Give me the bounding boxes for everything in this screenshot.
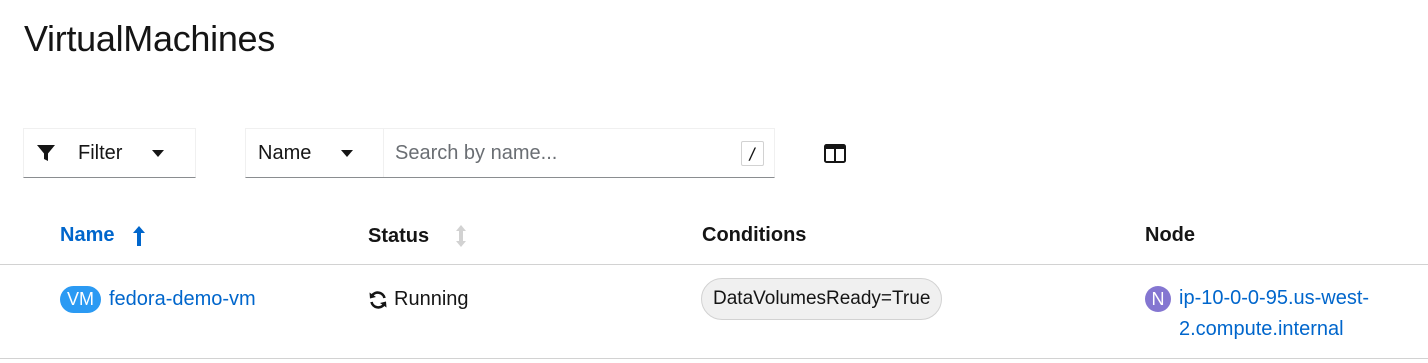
manage-columns-icon [824,143,846,163]
column-header-label: Status [368,224,430,247]
vm-status-cell: Running [368,288,469,311]
manage-columns-button[interactable] [822,141,848,165]
sort-arrows-icon [455,224,467,248]
column-header-label: Conditions [702,224,807,246]
column-header-conditions: Conditions [702,224,806,247]
caret-down-icon [152,149,165,157]
search-type-select[interactable]: Name [246,129,384,177]
column-header-status[interactable]: Status [368,224,467,248]
search-group: Name / [245,128,775,178]
table-row: VM fedora-demo-vm Running DataVolumesRea… [0,266,1428,359]
node-resource-badge: N [1145,286,1171,312]
filter-dropdown-button[interactable]: Filter [23,128,196,178]
vm-name-cell: VM fedora-demo-vm [60,286,256,313]
node-link[interactable]: ip-10-0-0-95.us-west-2.compute.internal [1179,283,1415,345]
keyboard-shortcut-hint: / [741,141,764,166]
page-title: VirtualMachines [24,18,275,59]
sort-ascending-icon [132,225,146,247]
search-type-label: Name [258,141,312,164]
search-input[interactable] [384,129,774,177]
caret-down-icon [341,149,354,157]
vm-node-cell: N ip-10-0-0-95.us-west-2.compute.interna… [1145,286,1415,345]
table-header: Name Status Conditions Node [0,210,1428,265]
column-header-label: Name [60,224,115,246]
column-header-name[interactable]: Name [60,224,146,247]
vm-status-text: Running [394,288,469,310]
vm-resource-badge: VM [60,286,101,313]
vm-conditions-cell: DataVolumesReady=True [701,278,943,320]
condition-chip: DataVolumesReady=True [701,278,943,320]
column-header-label: Node [1145,224,1195,246]
filter-funnel-icon [36,143,56,163]
sync-icon [368,290,388,310]
filter-label: Filter [78,141,123,164]
column-header-node: Node [1145,224,1195,247]
vm-name-link[interactable]: fedora-demo-vm [109,288,256,311]
